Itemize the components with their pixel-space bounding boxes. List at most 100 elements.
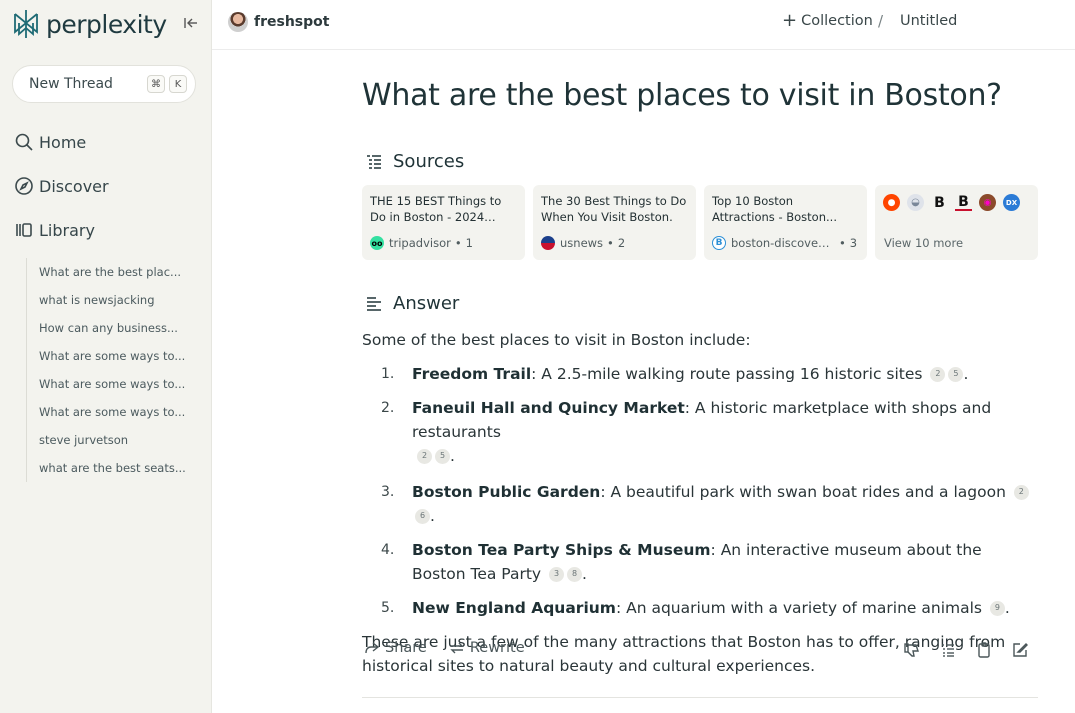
source-title: THE 15 BEST Things to Do in Boston - 202… [370, 194, 502, 224]
list-item: 1. Freedom Trail: A 2.5-mile walking rou… [362, 362, 1038, 386]
share-label: Share [385, 640, 427, 656]
citation[interactable]: 2 [930, 366, 946, 382]
citation[interactable]: 3 [549, 566, 565, 582]
nav-discover-label: Discover [39, 176, 109, 196]
library-item[interactable]: what is newsjacking [39, 286, 196, 314]
source-index: 3 [849, 236, 858, 250]
globe-icon: DX [1003, 194, 1020, 211]
sources-icon [367, 154, 381, 169]
b-site-icon: B [955, 194, 972, 211]
logo[interactable]: perplexity [12, 8, 167, 40]
museum-icon: ◉ [979, 194, 996, 211]
compass-icon [15, 177, 33, 195]
planet-icon: ◒ [907, 194, 924, 211]
list-number: 4. [381, 542, 395, 558]
rewrite-button[interactable]: Rewrite [449, 640, 525, 656]
answer-heading: Answer [364, 293, 459, 314]
source-index: 2 [617, 236, 626, 250]
tripadvisor-icon: oo [370, 236, 384, 250]
avatar [228, 12, 248, 32]
usnews-icon [541, 236, 555, 250]
citation[interactable]: 9 [989, 600, 1005, 616]
search-icon [15, 133, 33, 151]
library-item[interactable]: How can any business... [39, 314, 196, 342]
library-item[interactable]: What are some ways to... [39, 342, 196, 370]
answer-body: Some of the best places to visit in Bost… [362, 328, 1038, 688]
place-description: : An aquarium with a variety of marine a… [615, 599, 982, 617]
list-icon [942, 644, 954, 657]
library-icon [16, 223, 32, 237]
place-name: Boston Tea Party Ships & Museum [412, 541, 711, 559]
username: freshspot [254, 14, 330, 30]
thumbs-down-icon [904, 643, 919, 657]
edit-icon [1013, 643, 1028, 657]
source-site: tripadvisor [389, 236, 451, 250]
reddit-icon: ● [883, 194, 900, 211]
library-item[interactable]: what are the best seats... [39, 454, 196, 482]
list-item: 5. New England Aquarium: An aquarium wit… [362, 596, 1038, 620]
b-site-icon: B [934, 194, 945, 211]
source-card[interactable]: Top 10 Boston Attractions - Boston... B … [704, 185, 867, 260]
more-sources-favicons: ● ◒ B B ◉ DX [883, 194, 1030, 211]
dislike-button[interactable] [903, 641, 921, 663]
share-button[interactable]: Share [364, 640, 427, 656]
cmd-key: ⌘ [147, 75, 165, 93]
perplexity-logo-icon [14, 10, 38, 38]
nav-library[interactable]: Library [14, 220, 95, 240]
list-item: 3. Boston Public Garden: A beautiful par… [362, 480, 1038, 528]
rewrite-icon [450, 642, 464, 654]
user-profile[interactable]: freshspot [228, 12, 329, 32]
nav-library-label: Library [39, 220, 95, 240]
list-number: 2. [381, 400, 395, 416]
library-item[interactable]: What are some ways to... [39, 398, 196, 426]
library-item[interactable]: steve jurvetson [39, 426, 196, 454]
answer-tools [903, 641, 1029, 663]
logo-text: perplexity [46, 9, 167, 39]
collapse-sidebar-button[interactable] [183, 15, 199, 31]
copy-button[interactable] [975, 641, 993, 663]
divider [362, 697, 1038, 698]
add-to-collection-button[interactable]: + Collection [782, 10, 873, 31]
place-description: : A 2.5-mile walking route passing 16 hi… [531, 365, 923, 383]
rewrite-label: Rewrite [469, 640, 525, 656]
nav-discover[interactable]: Discover [14, 176, 109, 196]
sources-row: THE 15 BEST Things to Do in Boston - 202… [362, 185, 1038, 260]
place-name: Boston Public Garden [412, 483, 601, 501]
place-name: Faneuil Hall and Quincy Market [412, 399, 685, 417]
sources-view-button[interactable] [939, 641, 957, 663]
library-item[interactable]: What are the best plac... [39, 258, 196, 286]
source-title: The 30 Best Things to Do When You Visit … [541, 194, 687, 224]
source-site: usnews [560, 236, 604, 250]
citation[interactable]: 8 [567, 566, 583, 582]
source-card[interactable]: The 30 Best Things to Do When You Visit … [533, 185, 696, 260]
citation[interactable]: 5 [435, 448, 450, 464]
plus-icon: + [782, 10, 798, 31]
collection-label: Collection [801, 13, 873, 29]
source-index: 1 [465, 236, 473, 250]
nav-home[interactable]: Home [14, 132, 86, 152]
list-number: 5. [381, 600, 395, 616]
citation[interactable]: 6 [415, 508, 430, 524]
library-item[interactable]: What are some ways to... [39, 370, 196, 398]
list-item: 4. Boston Tea Party Ships & Museum: An i… [362, 538, 1038, 586]
share-icon [365, 642, 380, 654]
k-key: K [169, 75, 187, 93]
answer-actions: Share Rewrite [364, 640, 525, 656]
thread-title[interactable]: Untitled [900, 13, 957, 29]
clipboard-icon [978, 642, 990, 658]
place-name: Freedom Trail [412, 365, 532, 383]
answer-icon [367, 296, 381, 311]
boston-discovery-icon: B [712, 236, 726, 250]
place-description: : A beautiful park with swan boat rides … [600, 483, 1006, 501]
sources-heading: Sources [364, 151, 464, 172]
answer-heading-label: Answer [393, 293, 460, 314]
breadcrumb-separator: / [878, 12, 884, 30]
new-thread-button[interactable]: New Thread ⌘ K [12, 65, 196, 103]
citation[interactable]: 2 [417, 448, 432, 464]
library-thread-list: What are the best plac... what is newsja… [26, 258, 196, 482]
source-card[interactable]: THE 15 BEST Things to Do in Boston - 202… [362, 185, 525, 260]
citation[interactable]: 5 [948, 366, 964, 382]
edit-button[interactable] [1011, 641, 1029, 663]
view-more-sources-card[interactable]: ● ◒ B B ◉ DX View 10 more [875, 185, 1038, 260]
citation[interactable]: 2 [1013, 484, 1029, 500]
